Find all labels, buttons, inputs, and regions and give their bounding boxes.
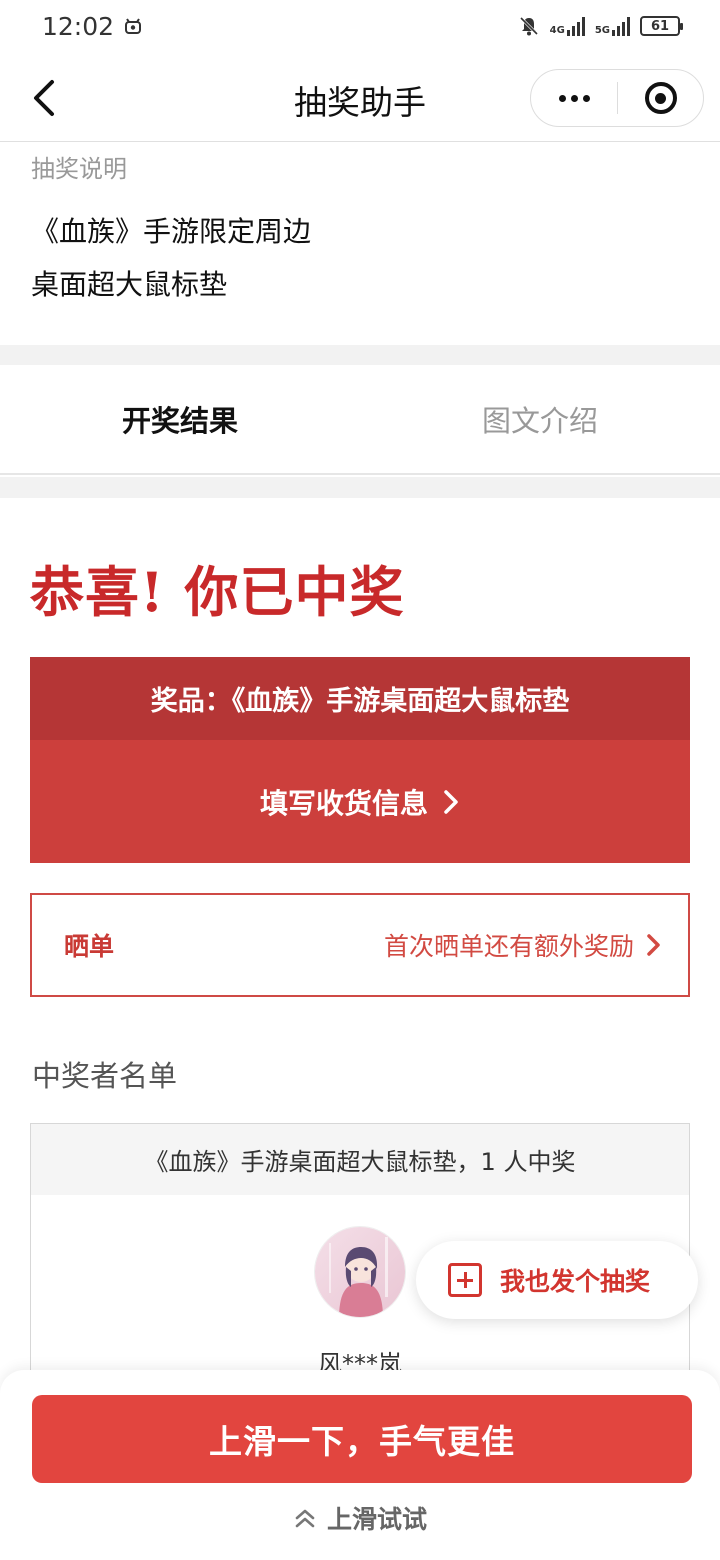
clock: 12:02 (42, 11, 115, 41)
share-hint-text: 首次晒单还有额外奖励 (383, 932, 634, 961)
description-line: 《血族》手游限定周边 (31, 215, 312, 248)
notification-app-icon (125, 18, 142, 34)
avatar-image (315, 1227, 405, 1317)
signal-5g-icon: 5G (595, 16, 630, 36)
close-miniprogram-button[interactable] (618, 70, 703, 126)
chevron-right-icon (444, 789, 458, 814)
prize-card: 奖品：《血族》手游桌面超大鼠标垫 填写收货信息 (30, 657, 690, 863)
status-indicators: 4G 5G 61 (518, 15, 683, 37)
swipe-up-button[interactable]: 上滑一下，手气更佳 (32, 1395, 692, 1483)
tab-introduction[interactable]: 图文介绍 (360, 365, 720, 473)
create-lottery-button[interactable]: 我也发个抽奖 (416, 1241, 698, 1319)
more-menu-icon[interactable] (531, 70, 617, 126)
fill-info-label: 填写收货信息 (259, 786, 428, 820)
winners-title: 中奖者名单 (32, 1059, 178, 1093)
section-divider (0, 345, 720, 365)
section-divider (0, 477, 720, 498)
fill-shipping-info-button[interactable]: 填写收货信息 (30, 740, 690, 863)
mini-program-capsule (530, 69, 704, 127)
share-order-row[interactable]: 晒单 首次晒单还有额外奖励 (30, 893, 690, 997)
prize-name: 奖品：《血族》手游桌面超大鼠标垫 (30, 657, 690, 740)
swipe-hint[interactable]: 上滑试试 (0, 1500, 720, 1536)
battery-level: 61 (650, 18, 670, 34)
signal-4g-icon: 4G (550, 16, 585, 36)
target-icon (644, 82, 677, 114)
chevron-right-icon (647, 934, 660, 956)
status-time: 12:02 (42, 12, 142, 41)
swipe-hint-label: 上滑试试 (326, 1505, 427, 1534)
share-order-label: 晒单 (64, 932, 115, 961)
avatar[interactable] (314, 1226, 406, 1318)
description-line: 桌面超大鼠标垫 (31, 268, 228, 301)
plus-square-icon (448, 1263, 482, 1297)
network-type-label: 4G (549, 25, 565, 36)
bottom-sheet: 上滑一下，手气更佳 上滑试试 (0, 1370, 720, 1560)
tab-draw-result[interactable]: 开奖结果 (0, 365, 360, 473)
network-type-label: 5G (594, 25, 610, 36)
tab-bar: 开奖结果 图文介绍 (0, 365, 720, 475)
share-order-hint: 首次晒单还有额外奖励 (384, 927, 662, 963)
description-label: 抽奖说明 (31, 155, 127, 183)
winners-header: 《血族》手游桌面超大鼠标垫，1 人中奖 (31, 1124, 689, 1195)
create-lottery-label: 我也发个抽奖 (500, 1267, 651, 1296)
status-bar: 12:02 4G 5G 61 (0, 0, 720, 52)
description-text: 《血族》手游限定周边 桌面超大鼠标垫 (31, 205, 311, 311)
battery-icon: 61 (640, 16, 683, 36)
double-chevron-up-icon (295, 1509, 315, 1528)
nav-bar: 抽奖助手 (0, 52, 720, 142)
lottery-description: 抽奖说明 《血族》手游限定周边 桌面超大鼠标垫 (0, 143, 720, 345)
mute-bell-icon (519, 16, 538, 36)
congrats-heading: 恭喜! 你已中奖 (30, 560, 405, 624)
